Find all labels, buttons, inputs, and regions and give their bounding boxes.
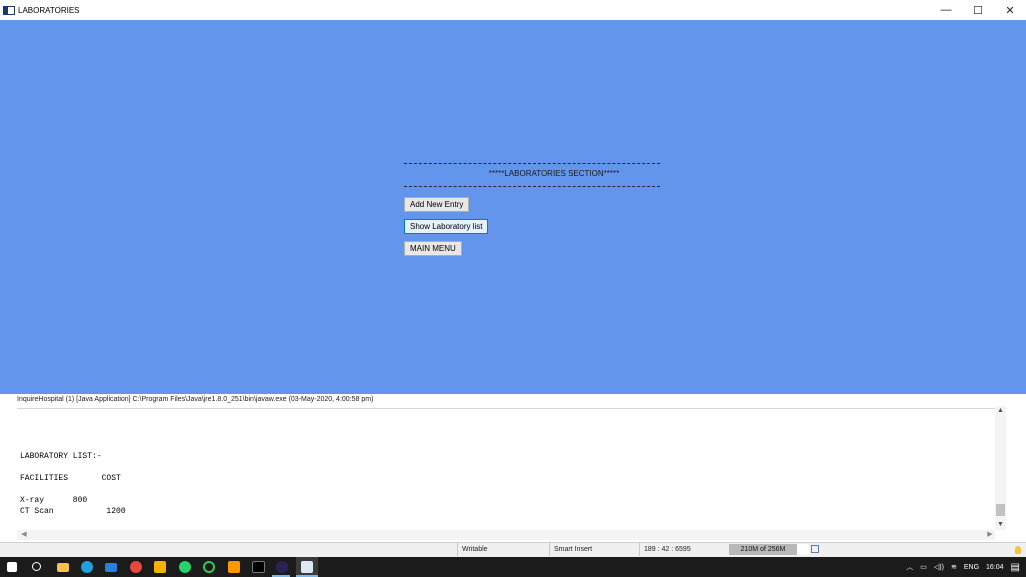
sublime-icon[interactable] — [228, 561, 240, 573]
bottom-divider — [404, 186, 660, 187]
windows-start-icon[interactable] — [7, 562, 17, 572]
main-menu-button[interactable]: MAIN MENU — [404, 241, 462, 256]
clock[interactable]: 16:04 — [986, 564, 1004, 571]
window-titlebar: LABORATORIES — ☐ ✕ — [0, 0, 1026, 20]
close-button[interactable]: ✕ — [994, 0, 1026, 20]
eclipse-icon[interactable] — [276, 561, 288, 573]
show-laboratory-list-button[interactable]: Show Laboratory list — [404, 219, 489, 234]
taskbar: ︿ ▭ ◁)) ≋ ENG 16:04 ▤ — [0, 557, 1026, 577]
edge-icon[interactable] — [81, 561, 93, 573]
scroll-right-icon[interactable]: ▶ — [985, 530, 995, 540]
console-line: FACILITIES COST — [20, 474, 121, 483]
language-indicator[interactable]: ENG — [964, 564, 979, 571]
window-title: LABORATORIES — [18, 5, 80, 15]
system-tray: ︿ ▭ ◁)) ≋ ENG 16:04 ▤ — [906, 557, 1026, 577]
heap-free — [797, 544, 809, 555]
lightbulb-icon[interactable] — [1015, 546, 1021, 554]
battery-icon[interactable]: ▭ — [920, 563, 927, 571]
section-title: *****LABORATORIES SECTION***** — [488, 169, 620, 178]
console-line: LABORATORY LIST:- — [20, 452, 102, 461]
mail-icon[interactable] — [105, 563, 117, 572]
terminal-icon[interactable] — [252, 561, 265, 573]
minimize-button[interactable]: — — [930, 0, 962, 20]
search-icon[interactable] — [32, 562, 41, 571]
maximize-button[interactable]: ☐ — [962, 0, 994, 20]
scrollbar-thumb[interactable] — [996, 504, 1005, 516]
console-panel: InquireHospital (1) [Java Application] C… — [0, 394, 1026, 542]
store-icon[interactable] — [154, 561, 166, 573]
java-app-taskbar-icon[interactable] — [301, 561, 313, 573]
status-insert-mode: Smart Insert — [549, 543, 639, 556]
refresh-icon[interactable] — [203, 561, 215, 573]
chrome-icon[interactable] — [130, 561, 142, 573]
scroll-left-icon[interactable]: ◀ — [19, 530, 29, 540]
notification-icon[interactable]: ▤ — [1011, 562, 1020, 573]
status-bar: Writable Smart Insert 189 : 42 : 6595 21… — [0, 542, 1026, 557]
whatsapp-icon[interactable] — [179, 561, 191, 573]
window-controls: — ☐ ✕ — [930, 0, 1026, 20]
console-output[interactable]: LABORATORY LIST:- FACILITIES COST X-ray … — [20, 451, 126, 517]
chevron-up-icon[interactable]: ︿ — [906, 562, 913, 572]
volume-icon[interactable]: ◁)) — [934, 563, 944, 571]
scroll-down-icon[interactable]: ▼ — [995, 520, 1006, 530]
horizontal-scrollbar[interactable]: ◀ ▶ — [17, 530, 995, 540]
console-header: InquireHospital (1) [Java Application] C… — [17, 396, 1007, 409]
status-cursor-position: 189 : 42 : 6595 — [639, 543, 727, 556]
main-panel: *****LABORATORIES SECTION***** Add New E… — [0, 20, 1026, 394]
status-writable: Writable — [457, 543, 549, 556]
add-new-entry-button[interactable]: Add New Entry — [404, 197, 470, 212]
wifi-icon[interactable]: ≋ — [951, 563, 957, 571]
scroll-up-icon[interactable]: ▲ — [995, 406, 1006, 416]
vertical-scrollbar[interactable]: ▲ ▼ — [995, 406, 1006, 530]
java-app-icon — [3, 5, 15, 15]
heap-status: 210M of 256M — [729, 544, 797, 555]
garbage-collect-icon[interactable] — [811, 545, 819, 553]
console-line: CT Scan 1200 — [20, 507, 126, 516]
file-explorer-icon[interactable] — [57, 563, 69, 572]
console-line: X-ray 800 — [20, 496, 88, 505]
top-divider — [404, 163, 660, 164]
